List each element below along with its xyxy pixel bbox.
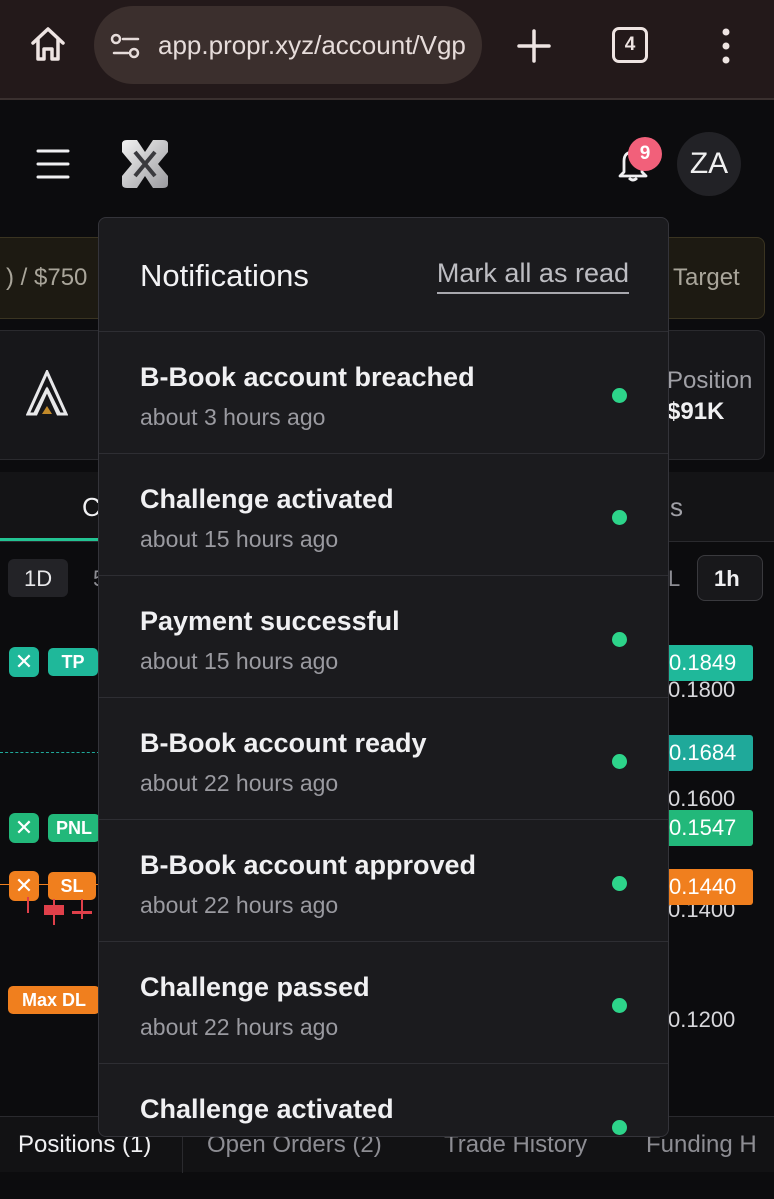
notification-title: B-Book account approved bbox=[140, 850, 477, 880]
notification-item[interactable]: Challenge activated bbox=[99, 1064, 668, 1136]
notification-time: about 22 hours ago bbox=[140, 770, 339, 796]
price-tag-tp: 0.1849 bbox=[665, 645, 753, 681]
browser-toolbar: app.propr.xyz/account/Vgp 4 bbox=[0, 0, 774, 100]
site-settings-icon[interactable] bbox=[110, 31, 142, 61]
unread-dot-icon bbox=[612, 510, 627, 525]
tab-switcher-button[interactable]: 4 bbox=[612, 27, 648, 63]
price-tag-pnl: 0.1547 bbox=[665, 810, 753, 846]
notification-item[interactable]: Challenge passed about 22 hours ago bbox=[99, 942, 668, 1064]
avatar[interactable]: ZA bbox=[677, 132, 741, 196]
unread-dot-icon bbox=[612, 754, 627, 769]
notification-title: Payment successful bbox=[140, 606, 400, 636]
notification-time: about 3 hours ago bbox=[140, 404, 326, 430]
url-text[interactable]: app.propr.xyz/account/Vgp bbox=[158, 30, 468, 61]
notification-title: Challenge activated bbox=[140, 1094, 394, 1124]
notification-item[interactable]: B-Book account breached about 3 hours ag… bbox=[99, 332, 668, 454]
notification-title: Challenge passed bbox=[140, 972, 370, 1002]
max-dl-chip[interactable]: Max DL bbox=[8, 986, 100, 1014]
unread-dot-icon bbox=[612, 876, 627, 891]
current-price-line bbox=[0, 752, 100, 753]
axis-value: 0.1800 bbox=[668, 677, 736, 702]
balance-fragment: ) / $750 bbox=[6, 264, 88, 291]
mark-all-read-link[interactable]: Mark all as read bbox=[436, 258, 629, 294]
unread-dot-icon bbox=[612, 632, 627, 647]
notification-item[interactable]: Challenge activated about 15 hours ago bbox=[99, 454, 668, 576]
active-tab-underline bbox=[0, 538, 100, 541]
notifications-panel: Notifications Mark all as read B-Book ac… bbox=[98, 217, 669, 1137]
notification-item[interactable]: B-Book account approved about 22 hours a… bbox=[99, 820, 668, 942]
candles bbox=[14, 895, 100, 929]
notification-title: B-Book account breached bbox=[140, 362, 475, 392]
pnl-chip[interactable]: PNL bbox=[48, 814, 100, 842]
pnl-close-icon[interactable]: ✕ bbox=[9, 813, 39, 843]
price-tag-sl: 0.1440 bbox=[665, 869, 753, 905]
tp-close-icon[interactable]: ✕ bbox=[9, 647, 39, 677]
price-tag-current: 0.1684 bbox=[665, 735, 753, 771]
new-tab-icon[interactable] bbox=[516, 28, 552, 64]
position-label: Position bbox=[667, 367, 753, 394]
axis-value: 0.1600 bbox=[668, 786, 736, 811]
notification-time: about 22 hours ago bbox=[140, 1014, 339, 1040]
more-menu-icon[interactable] bbox=[716, 26, 736, 66]
notification-item[interactable]: B-Book account ready about 22 hours ago bbox=[99, 698, 668, 820]
unread-dot-icon bbox=[612, 1120, 627, 1135]
notification-item[interactable]: Payment successful about 15 hours ago bbox=[99, 576, 668, 698]
unread-dot-icon bbox=[612, 998, 627, 1013]
timeframe-right-fragment[interactable]: L bbox=[668, 566, 680, 592]
notifications-title: Notifications bbox=[140, 258, 309, 293]
unread-dot-icon bbox=[612, 388, 627, 403]
notification-time: about 15 hours ago bbox=[140, 526, 339, 552]
notification-time: about 15 hours ago bbox=[140, 648, 339, 674]
notification-count-badge: 9 bbox=[628, 137, 662, 171]
tab-right-fragment[interactable]: s bbox=[670, 492, 683, 523]
address-bar[interactable]: app.propr.xyz/account/Vgp bbox=[94, 6, 482, 84]
target-label: Target bbox=[673, 264, 740, 291]
account-logo-icon bbox=[25, 368, 69, 418]
hamburger-menu-icon[interactable] bbox=[36, 148, 70, 180]
notification-title: Challenge activated bbox=[140, 484, 394, 514]
tp-chip[interactable]: TP bbox=[48, 648, 98, 676]
notification-time: about 22 hours ago bbox=[140, 892, 339, 918]
notifications-header: Notifications Mark all as read bbox=[99, 218, 668, 332]
timeframe-1d-label: 1D bbox=[24, 566, 53, 591]
position-value: $91K bbox=[667, 398, 725, 425]
axis-value: 0.1200 bbox=[668, 1007, 736, 1032]
timeframe-1h-label: 1h bbox=[714, 566, 740, 591]
home-icon[interactable] bbox=[28, 24, 68, 64]
propr-logo-icon[interactable] bbox=[118, 138, 172, 190]
notification-title: B-Book account ready bbox=[140, 728, 427, 758]
